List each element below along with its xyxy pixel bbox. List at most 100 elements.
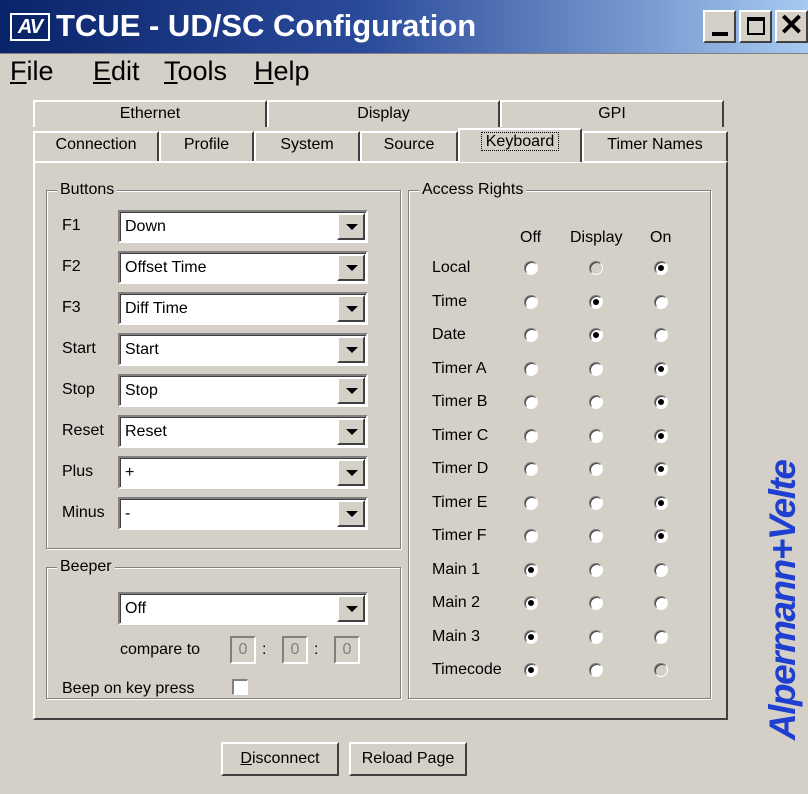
- radio-on[interactable]: [654, 429, 668, 443]
- disconnect-button[interactable]: Disconnect: [221, 742, 339, 776]
- radio-off[interactable]: [524, 529, 538, 543]
- radio-on[interactable]: [654, 563, 668, 577]
- compare-hours-field: 0: [230, 636, 256, 664]
- radio-on[interactable]: [654, 663, 668, 677]
- radio-off[interactable]: [524, 596, 538, 610]
- radio-off[interactable]: [524, 295, 538, 309]
- access-rights-group: Access Rights Off Display On Local Time Da…: [408, 180, 711, 699]
- tab-source[interactable]: Source: [360, 131, 458, 161]
- radio-on[interactable]: [654, 328, 668, 342]
- radio-off[interactable]: [524, 362, 538, 376]
- tab-timer-names[interactable]: Timer Names: [582, 131, 728, 161]
- tab-system[interactable]: System: [254, 131, 360, 161]
- access-row-label: Main 1: [432, 561, 481, 578]
- radio-display[interactable]: [589, 261, 603, 275]
- chevron-down-icon[interactable]: [337, 418, 365, 445]
- reload-page-button[interactable]: Reload Page: [349, 742, 467, 776]
- button-label-1: F2: [62, 258, 81, 275]
- close-button[interactable]: ✕: [775, 10, 808, 43]
- beep-on-key-press-checkbox[interactable]: [232, 679, 248, 695]
- tab-gpi[interactable]: GPI: [500, 100, 724, 127]
- radio-off[interactable]: [524, 429, 538, 443]
- menu-file-mnemonic: F: [10, 56, 27, 86]
- chevron-down-icon[interactable]: [337, 254, 365, 281]
- chevron-down-icon[interactable]: [337, 295, 365, 322]
- chevron-down-icon[interactable]: [337, 595, 365, 622]
- access-row-label: Timer B: [432, 393, 488, 410]
- radio-on[interactable]: [654, 295, 668, 309]
- radio-display[interactable]: [589, 663, 603, 677]
- button-function-select[interactable]: -: [118, 497, 368, 530]
- radio-display[interactable]: [589, 496, 603, 510]
- radio-display[interactable]: [589, 295, 603, 309]
- tab-profile[interactable]: Profile: [159, 131, 254, 161]
- radio-on[interactable]: [654, 462, 668, 476]
- radio-off[interactable]: [524, 663, 538, 677]
- tab-system-label: System: [280, 136, 334, 153]
- radio-off[interactable]: [524, 261, 538, 275]
- radio-off[interactable]: [524, 563, 538, 577]
- column-on-header: On: [650, 229, 672, 246]
- title-bar: AV TCUE - UD/SC Configuration ✕: [0, 0, 808, 54]
- radio-on[interactable]: [654, 261, 668, 275]
- minimize-button[interactable]: [703, 10, 736, 43]
- radio-on[interactable]: [654, 395, 668, 409]
- button-label-5: Reset: [62, 422, 104, 439]
- radio-display[interactable]: [589, 596, 603, 610]
- radio-off[interactable]: [524, 496, 538, 510]
- radio-on[interactable]: [654, 630, 668, 644]
- tab-connection[interactable]: Connection: [33, 131, 159, 161]
- radio-on[interactable]: [654, 529, 668, 543]
- button-function-select[interactable]: +: [118, 456, 368, 489]
- chevron-down-icon[interactable]: [337, 377, 365, 404]
- maximize-button[interactable]: [739, 10, 772, 43]
- radio-display[interactable]: [589, 529, 603, 543]
- radio-off[interactable]: [524, 328, 538, 342]
- radio-on[interactable]: [654, 596, 668, 610]
- compare-to-label: compare to: [120, 641, 201, 658]
- button-label-7: Minus: [62, 504, 105, 521]
- menu-help[interactable]: Help: [254, 56, 310, 86]
- menu-help-label: elp: [273, 56, 310, 86]
- menu-tools[interactable]: Tools: [164, 56, 227, 86]
- menu-edit[interactable]: Edit: [93, 56, 140, 86]
- radio-off[interactable]: [524, 395, 538, 409]
- tab-profile-label: Profile: [183, 136, 230, 153]
- tab-display[interactable]: Display: [267, 100, 500, 127]
- tab-timer-names-label: Timer Names: [607, 136, 703, 153]
- radio-off[interactable]: [524, 630, 538, 644]
- button-function-select[interactable]: Offset Time: [118, 251, 368, 284]
- menu-file[interactable]: File: [10, 56, 54, 86]
- radio-on[interactable]: [654, 362, 668, 376]
- button-function-select[interactable]: Start: [118, 333, 368, 366]
- beeper-group: Beeper Off compare to 0 : 0 : 0 Beep on …: [46, 557, 401, 699]
- minimize-icon: [712, 32, 728, 36]
- app-icon[interactable]: AV: [10, 13, 50, 41]
- tab-display-label: Display: [357, 105, 410, 122]
- button-function-select[interactable]: Reset: [118, 415, 368, 448]
- radio-display[interactable]: [589, 328, 603, 342]
- maximize-icon: [747, 17, 765, 35]
- chevron-down-icon[interactable]: [337, 500, 365, 527]
- radio-display[interactable]: [589, 429, 603, 443]
- beeper-select[interactable]: Off: [118, 592, 368, 625]
- radio-display[interactable]: [589, 362, 603, 376]
- radio-display[interactable]: [589, 563, 603, 577]
- radio-off[interactable]: [524, 462, 538, 476]
- button-function-select[interactable]: Stop: [118, 374, 368, 407]
- tab-keyboard[interactable]: Keyboard: [458, 128, 582, 162]
- button-function-select[interactable]: Down: [118, 210, 368, 243]
- radio-display[interactable]: [589, 395, 603, 409]
- button-function-select[interactable]: Diff Time: [118, 292, 368, 325]
- menu-tools-label: ools: [177, 56, 228, 86]
- radio-display[interactable]: [589, 462, 603, 476]
- chevron-down-icon[interactable]: [337, 459, 365, 486]
- radio-display[interactable]: [589, 630, 603, 644]
- radio-on[interactable]: [654, 496, 668, 510]
- time-separator: :: [314, 641, 319, 658]
- reload-page-label: Reload Page: [361, 750, 455, 767]
- chevron-down-icon[interactable]: [337, 213, 365, 240]
- chevron-down-icon[interactable]: [337, 336, 365, 363]
- tab-ethernet[interactable]: Ethernet: [33, 100, 267, 127]
- menu-bar: File Edit Tools Help: [0, 54, 808, 88]
